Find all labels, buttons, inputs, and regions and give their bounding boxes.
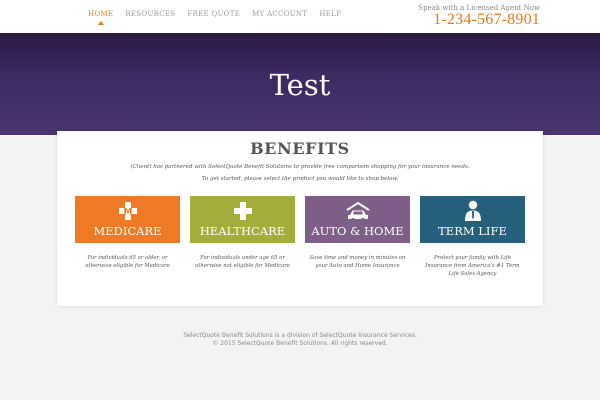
product-tiles: M MEDICARE HEALTHCARE AUTO & HOME TERM L… — [75, 196, 525, 244]
term-life-label: TERM LIFE — [438, 224, 507, 238]
medicare-label: MEDICARE — [93, 224, 162, 238]
healthcare-button[interactable]: HEALTHCARE — [190, 196, 295, 243]
benefits-panel: BENEFITS (Client) has partnered with Sel… — [57, 131, 543, 306]
nav-free-quote[interactable]: FREE QUOTE — [187, 10, 240, 18]
intro-text: (Client) has partnered with SelectQuote … — [130, 164, 470, 170]
medicare-button[interactable]: M MEDICARE — [75, 196, 180, 243]
top-bar: HOME RESOURCES FREE QUOTE MY ACCOUNT HEL… — [0, 0, 600, 33]
term-life-description: Protect your family with Life Insurance … — [425, 255, 520, 277]
footer-copyright: © 2015 SelectQuote Benefit Solutions. Al… — [212, 340, 388, 347]
benefits-title: BENEFITS — [250, 139, 350, 158]
contact-block: Speak with a Licensed Agent Now 1-234-56… — [418, 4, 540, 28]
phone-number[interactable]: 1-234-567-8901 — [418, 12, 540, 28]
nav-my-account[interactable]: MY ACCOUNT — [252, 10, 307, 18]
page-title: Test — [269, 68, 331, 102]
svg-text:M: M — [123, 208, 132, 218]
footer-division-text: SelectQuote Benefit Solutions is a divis… — [183, 332, 417, 339]
nav-help[interactable]: HELP — [319, 10, 341, 18]
medicare-description: For individuals 65 or older, or otherwis… — [85, 255, 170, 269]
nav-home[interactable]: HOME — [88, 10, 113, 25]
person-icon — [420, 200, 525, 221]
health-cross-icon — [190, 201, 295, 221]
hero-banner: Test — [0, 33, 600, 135]
auto-home-label: AUTO & HOME — [311, 224, 404, 238]
medicare-cross-icon: M — [75, 201, 180, 221]
auto-home-button[interactable]: AUTO & HOME — [305, 196, 410, 243]
term-life-button[interactable]: TERM LIFE — [420, 196, 525, 243]
car-home-icon — [305, 201, 410, 221]
healthcare-description: For individuals under age 65 or otherwis… — [195, 255, 290, 269]
main-nav: HOME RESOURCES FREE QUOTE MY ACCOUNT HEL… — [88, 10, 341, 25]
instruction-text: To get started, please select the produc… — [201, 176, 399, 182]
auto-home-description: Save time and money in minutes on your A… — [309, 255, 406, 269]
healthcare-label: HEALTHCARE — [199, 224, 286, 238]
nav-resources[interactable]: RESOURCES — [125, 10, 175, 18]
footer: SelectQuote Benefit Solutions is a divis… — [0, 332, 600, 348]
